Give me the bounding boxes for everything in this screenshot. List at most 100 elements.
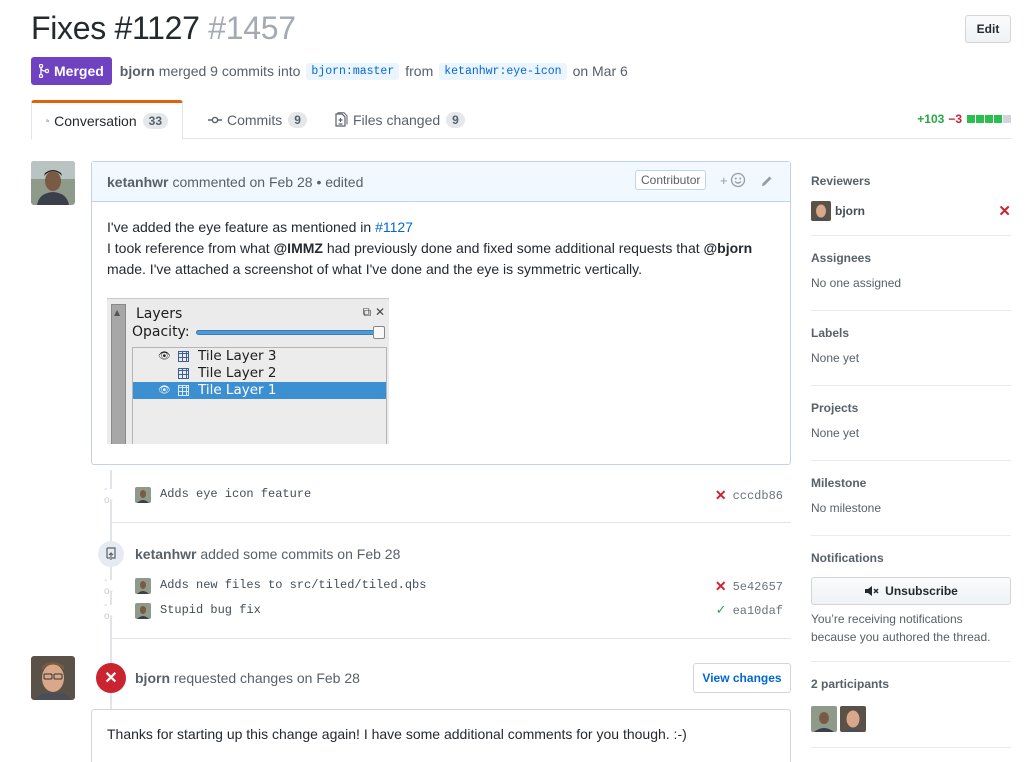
commit-sha[interactable]: ✓ ea10daf	[716, 603, 783, 618]
comment-text: I took reference from what	[107, 240, 274, 256]
merge-date: on Mar 6	[572, 63, 628, 79]
milestone-value: No milestone	[811, 501, 882, 515]
screenshot-layer-name: Tile Layer 1	[198, 382, 277, 398]
head-ref[interactable]: ketanhwr:eye-icon	[439, 62, 567, 80]
commit-sha-text: 5e42657	[732, 579, 783, 594]
changes-requested-icon: ✕	[998, 203, 1011, 220]
labels-value: None yet	[811, 351, 860, 365]
projects-heading[interactable]: Projects	[811, 401, 1011, 415]
status-success-icon[interactable]: ✓	[716, 603, 727, 618]
push-author[interactable]: ketanhwr	[135, 546, 196, 562]
comment-box: ketanhwr commented on Feb 28 • edited Co…	[91, 161, 791, 465]
status-fail-icon[interactable]: ✕	[715, 578, 727, 595]
commit-sha-text: cccdb86	[732, 488, 783, 503]
tile-layer-icon	[178, 351, 189, 362]
commit-sha-text: ea10daf	[732, 603, 783, 618]
participant-avatar[interactable]	[840, 706, 866, 732]
reviewers-heading[interactable]: Reviewers	[811, 174, 1011, 188]
pr-meta: Merged bjorn merged 9 commits into bjorn…	[31, 57, 628, 85]
tab-files-count: 9	[446, 111, 465, 128]
diffstat-block	[976, 115, 984, 123]
comment-line-2: I took reference from what @IMMZ had pre…	[107, 238, 775, 259]
attached-screenshot[interactable]: ▲ Layers ⧉ ✕ Opacity: 👁 Tile Layer 3 Tile…	[107, 298, 389, 444]
mention-bjorn[interactable]: @bjorn	[704, 240, 753, 256]
eye-icon: 👁	[158, 351, 171, 362]
comment-line-1: I've added the eye feature as mentioned …	[107, 217, 775, 238]
comment-meta[interactable]: commented on Feb 28 • edited	[172, 174, 363, 190]
git-commit-icon: -o-	[104, 575, 116, 597]
unsubscribe-button[interactable]: Unsubscribe	[811, 577, 1011, 605]
labels-heading[interactable]: Labels	[811, 326, 1011, 340]
reviewer-name[interactable]: bjorn	[835, 204, 865, 218]
reviewer-name[interactable]: bjorn	[135, 670, 170, 686]
review-event: bjorn requested changes on Feb 28	[135, 670, 360, 686]
projects-value: None yet	[811, 426, 860, 440]
diffstat[interactable]: +103 −3	[917, 112, 1011, 126]
pencil-icon[interactable]	[760, 174, 774, 188]
tab-conversation[interactable]: Conversation 33	[31, 100, 183, 140]
notifications-heading: Notifications	[811, 551, 884, 565]
tab-files-label: Files changed	[353, 111, 441, 128]
commit-author-avatar[interactable]	[135, 578, 151, 594]
commit-row: -o- Stupid bug fix ✓ ea10daf	[98, 599, 791, 623]
issue-link[interactable]: #1127	[375, 219, 413, 235]
diffstat-block	[994, 115, 1002, 123]
base-ref[interactable]: bjorn:master	[306, 62, 400, 80]
sidebar-participants: 2 participants	[811, 677, 1011, 748]
timeline-divider	[112, 638, 791, 639]
comment-text: had previously done and fixed some addit…	[322, 240, 704, 256]
diffstat-blocks	[966, 115, 1011, 123]
tile-layer-icon	[178, 368, 189, 379]
status-fail-icon[interactable]: ✕	[715, 487, 727, 504]
tab-commits-count: 9	[288, 111, 307, 128]
tab-commits[interactable]: Commits 9	[194, 100, 321, 139]
tab-files-changed[interactable]: Files changed 9	[321, 100, 479, 139]
merged-badge: Merged	[31, 57, 112, 85]
screenshot-layer-row: Tile Layer 2	[133, 365, 386, 382]
mute-icon	[865, 586, 879, 596]
plus-icon: +	[720, 172, 728, 188]
screenshot-opacity-slider	[196, 330, 382, 335]
mention-immz[interactable]: @IMMZ	[274, 240, 323, 256]
merger-name[interactable]: bjorn	[120, 63, 155, 79]
arrow-up-icon: ▲	[114, 308, 121, 317]
milestone-heading[interactable]: Milestone	[811, 476, 1011, 490]
sidebar-assignees: Assignees No one assigned	[811, 251, 1011, 311]
screenshot-window-controls: ⧉ ✕	[363, 305, 385, 320]
commit-message[interactable]: Adds new files to src/tiled/tiled.qbs	[160, 578, 426, 592]
commit-sha[interactable]: ✕ 5e42657	[715, 578, 783, 595]
comment-author[interactable]: ketanhwr	[107, 174, 168, 190]
commit-author-avatar[interactable]	[135, 603, 151, 619]
commit-sha[interactable]: ✕ cccdb86	[715, 487, 783, 504]
participants-heading: 2 participants	[811, 677, 890, 691]
diffstat-deletions: −3	[948, 112, 962, 126]
participant-avatar[interactable]	[811, 706, 837, 732]
avatar-ketanhwr[interactable]	[31, 161, 75, 205]
screenshot-layer-row: 👁 Tile Layer 3	[133, 348, 386, 365]
reviewer-avatar[interactable]	[811, 201, 831, 221]
commit-message[interactable]: Adds eye icon feature	[160, 487, 311, 501]
review-comment-box: Thanks for starting up this change again…	[91, 709, 791, 762]
diffstat-block	[967, 115, 975, 123]
from-word: from	[405, 63, 434, 79]
tab-conversation-count: 33	[142, 113, 168, 129]
smiley-icon	[730, 172, 745, 188]
comment-discussion-icon	[46, 119, 50, 123]
diffstat-additions: +103	[917, 112, 945, 126]
pr-number: #1457	[208, 10, 296, 46]
edit-button[interactable]: Edit	[965, 15, 1011, 43]
avatar-bjorn[interactable]	[31, 656, 75, 700]
assignees-heading[interactable]: Assignees	[811, 251, 1011, 265]
diffstat-block	[985, 115, 993, 123]
screenshot-opacity-label: Opacity:	[132, 324, 190, 340]
pr-tabs: Conversation 33 Commits 9 Files changed …	[31, 100, 1011, 140]
screenshot-layer-row: 👁 Tile Layer 1	[133, 382, 386, 399]
commit-author-avatar[interactable]	[135, 487, 151, 503]
view-changes-button[interactable]: View changes	[693, 663, 791, 693]
git-merge-icon	[39, 64, 49, 78]
commit-message[interactable]: Stupid bug fix	[160, 603, 261, 617]
tile-layer-icon	[178, 385, 189, 396]
git-commit-icon: -o-	[104, 484, 116, 506]
add-reaction-button[interactable]: +	[720, 172, 746, 188]
reviewer-entry: bjorn ✕	[811, 201, 1011, 221]
